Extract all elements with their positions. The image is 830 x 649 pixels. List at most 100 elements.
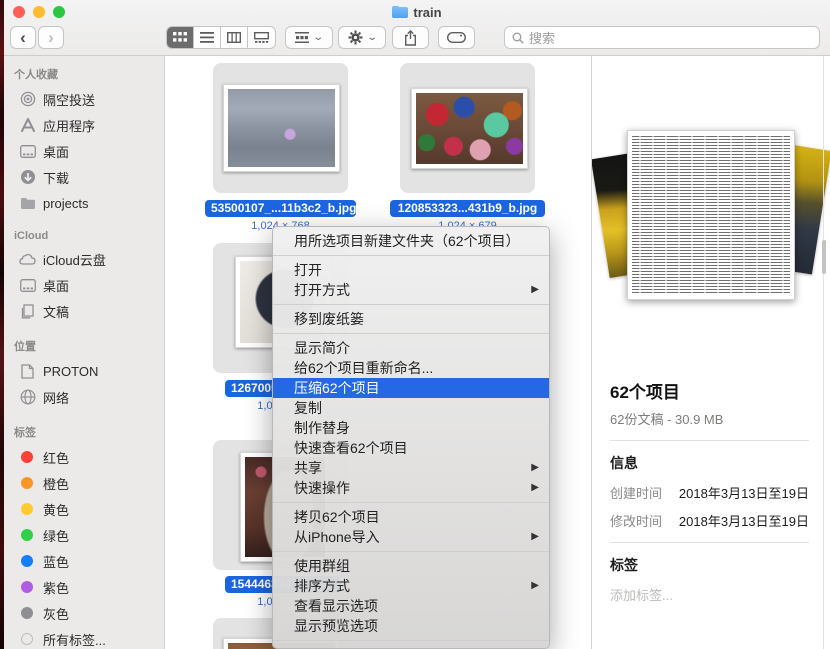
- sidebar-item-label: 黄色: [43, 500, 69, 519]
- sidebar-item-label: 绿色: [43, 526, 69, 545]
- sidebar-item-tag-red[interactable]: 红色: [4, 444, 164, 470]
- sidebar-item-label: 桌面: [43, 276, 69, 295]
- sidebar-item-icloud-drive[interactable]: iCloud云盘: [4, 246, 164, 272]
- column-view-button[interactable]: [221, 27, 248, 48]
- menu-separator: [273, 304, 549, 305]
- gear-icon: [348, 30, 363, 45]
- sidebar-item-label: 桌面: [43, 142, 69, 161]
- documents-icon: [19, 303, 36, 320]
- thumbnail-image: [416, 93, 523, 164]
- sidebar-item-tag-gray[interactable]: 灰色: [4, 600, 164, 626]
- sidebar-item-label: 下载: [43, 168, 69, 187]
- sidebar-item-airdrop[interactable]: 隔空投送: [4, 86, 164, 112]
- forward-button[interactable]: ›: [38, 26, 64, 49]
- list-view-button[interactable]: [194, 27, 221, 48]
- finder-window: train ‹ ›: [4, 0, 830, 649]
- menu-item-get-info[interactable]: 显示简介: [273, 338, 549, 358]
- tag-icon: [447, 32, 466, 43]
- folder-icon: [392, 6, 408, 18]
- icon-view-button[interactable]: [167, 27, 194, 48]
- group-by-button[interactable]: ⌄: [285, 26, 333, 49]
- sidebar-item-label: 蓝色: [43, 552, 69, 571]
- downloads-icon: [19, 169, 36, 186]
- menu-item-quick-actions[interactable]: 快速操作▶: [273, 478, 549, 498]
- sidebar-item-tag-blue[interactable]: 蓝色: [4, 548, 164, 574]
- sidebar-item-applications[interactable]: 应用程序: [4, 112, 164, 138]
- search-field[interactable]: 搜索: [504, 26, 820, 49]
- menu-separator: [273, 255, 549, 256]
- stacked-document-front: [627, 130, 795, 300]
- sidebar-item-proton[interactable]: PROTON: [4, 358, 164, 384]
- share-button[interactable]: [392, 26, 429, 49]
- tags-section-header: 标签: [610, 555, 809, 575]
- gallery-view-icon: [254, 32, 269, 43]
- sidebar-item-label: 所有标签...: [43, 630, 106, 649]
- menu-item-open[interactable]: 打开: [273, 260, 549, 280]
- preview-info: 62个项目 62份文稿 - 30.9 MB 信息 创建时间 2018年3月13日…: [610, 378, 809, 604]
- purple-tag-icon: [21, 581, 33, 593]
- menu-item-show-preview-options[interactable]: 显示预览选项: [273, 616, 549, 636]
- file-grid: 53500107_...11b3c2_b.jpg 1,024 × 768 120…: [165, 56, 591, 649]
- scrollbar-track: [823, 56, 824, 649]
- menu-item-quick-look[interactable]: 快速查看62个项目: [273, 438, 549, 458]
- globe-icon: [19, 389, 36, 406]
- tag-button[interactable]: [438, 26, 475, 49]
- sidebar-item-label: 隔空投送: [43, 90, 95, 109]
- sidebar-item-tag-yellow[interactable]: 黄色: [4, 496, 164, 522]
- submenu-arrow-icon: ▶: [531, 527, 539, 547]
- desktop-icon: [19, 143, 36, 160]
- menu-item-duplicate[interactable]: 复制: [273, 398, 549, 418]
- group-by-icon: [295, 32, 309, 43]
- gray-tag-icon: [21, 607, 33, 619]
- menu-item-copy-items[interactable]: 拷贝62个项目: [273, 507, 549, 527]
- sidebar-item-icloud-desktop[interactable]: 桌面: [4, 272, 164, 298]
- sidebar-item-label: 橙色: [43, 474, 69, 493]
- sidebar-item-tag-green[interactable]: 绿色: [4, 522, 164, 548]
- menu-item-new-folder-with-selection[interactable]: 用所选项目新建文件夹（62个项目）: [273, 231, 549, 251]
- menu-item-open-with[interactable]: 打开方式▶: [273, 280, 549, 300]
- menu-item-show-view-options[interactable]: 查看显示选项: [273, 596, 549, 616]
- chevron-down-icon: ⌄: [366, 32, 378, 43]
- airdrop-icon: [19, 91, 36, 108]
- menu-item-compress-items[interactable]: 压缩62个项目: [273, 378, 549, 398]
- back-button[interactable]: ‹: [10, 26, 36, 49]
- menu-item-share[interactable]: 共享▶: [273, 458, 549, 478]
- menu-item-rename-items[interactable]: 给62个项目重新命名...: [273, 358, 549, 378]
- all-tags-icon: [21, 633, 33, 645]
- window-title: train: [4, 4, 830, 20]
- sidebar-item-network[interactable]: 网络: [4, 384, 164, 410]
- sidebar-item-documents[interactable]: 文稿: [4, 298, 164, 324]
- sidebar-item-desktop[interactable]: 桌面: [4, 138, 164, 164]
- sidebar-item-tag-orange[interactable]: 橙色: [4, 470, 164, 496]
- column-view-icon: [227, 32, 241, 43]
- sidebar-item-all-tags[interactable]: 所有标签...: [4, 626, 164, 649]
- menu-item-import-from-iphone[interactable]: 从iPhone导入▶: [273, 527, 549, 547]
- grid-view-icon: [173, 32, 187, 43]
- menu-separator: [273, 551, 549, 552]
- search-icon: [512, 32, 524, 44]
- sidebar-item-projects[interactable]: projects: [4, 190, 164, 216]
- back-icon: ‹: [20, 28, 26, 48]
- menu-item-make-alias[interactable]: 制作替身: [273, 418, 549, 438]
- share-icon: [404, 30, 417, 46]
- menu-item-move-to-trash[interactable]: 移到废纸篓: [273, 309, 549, 329]
- file-thumbnail-1[interactable]: [223, 84, 340, 172]
- submenu-arrow-icon: ▶: [531, 576, 539, 596]
- file-thumbnail-2[interactable]: [411, 88, 528, 169]
- menu-separator: [273, 640, 549, 641]
- menu-item-use-groups[interactable]: 使用群组: [273, 556, 549, 576]
- sidebar-item-label: 紫色: [43, 578, 69, 597]
- sidebar-item-tag-purple[interactable]: 紫色: [4, 574, 164, 600]
- file-name-1[interactable]: 53500107_...11b3c2_b.jpg: [205, 200, 356, 217]
- context-menu: 用所选项目新建文件夹（62个项目） 打开 打开方式▶ 移到废纸篓 显示简介 给6…: [272, 226, 550, 649]
- add-tags-field[interactable]: 添加标签...: [610, 585, 809, 604]
- sidebar-item-downloads[interactable]: 下载: [4, 164, 164, 190]
- preview-title: 62个项目: [610, 378, 809, 403]
- sidebar-section-favorites: 个人收藏: [4, 66, 164, 86]
- action-button[interactable]: ⌄: [338, 26, 386, 49]
- menu-item-sort-by[interactable]: 排序方式▶: [273, 576, 549, 596]
- scrollbar-thumb[interactable]: [822, 240, 826, 274]
- sidebar-item-label: 红色: [43, 448, 69, 467]
- gallery-view-button[interactable]: [248, 27, 275, 48]
- file-name-2[interactable]: 120853323...431b9_b.jpg: [390, 200, 545, 217]
